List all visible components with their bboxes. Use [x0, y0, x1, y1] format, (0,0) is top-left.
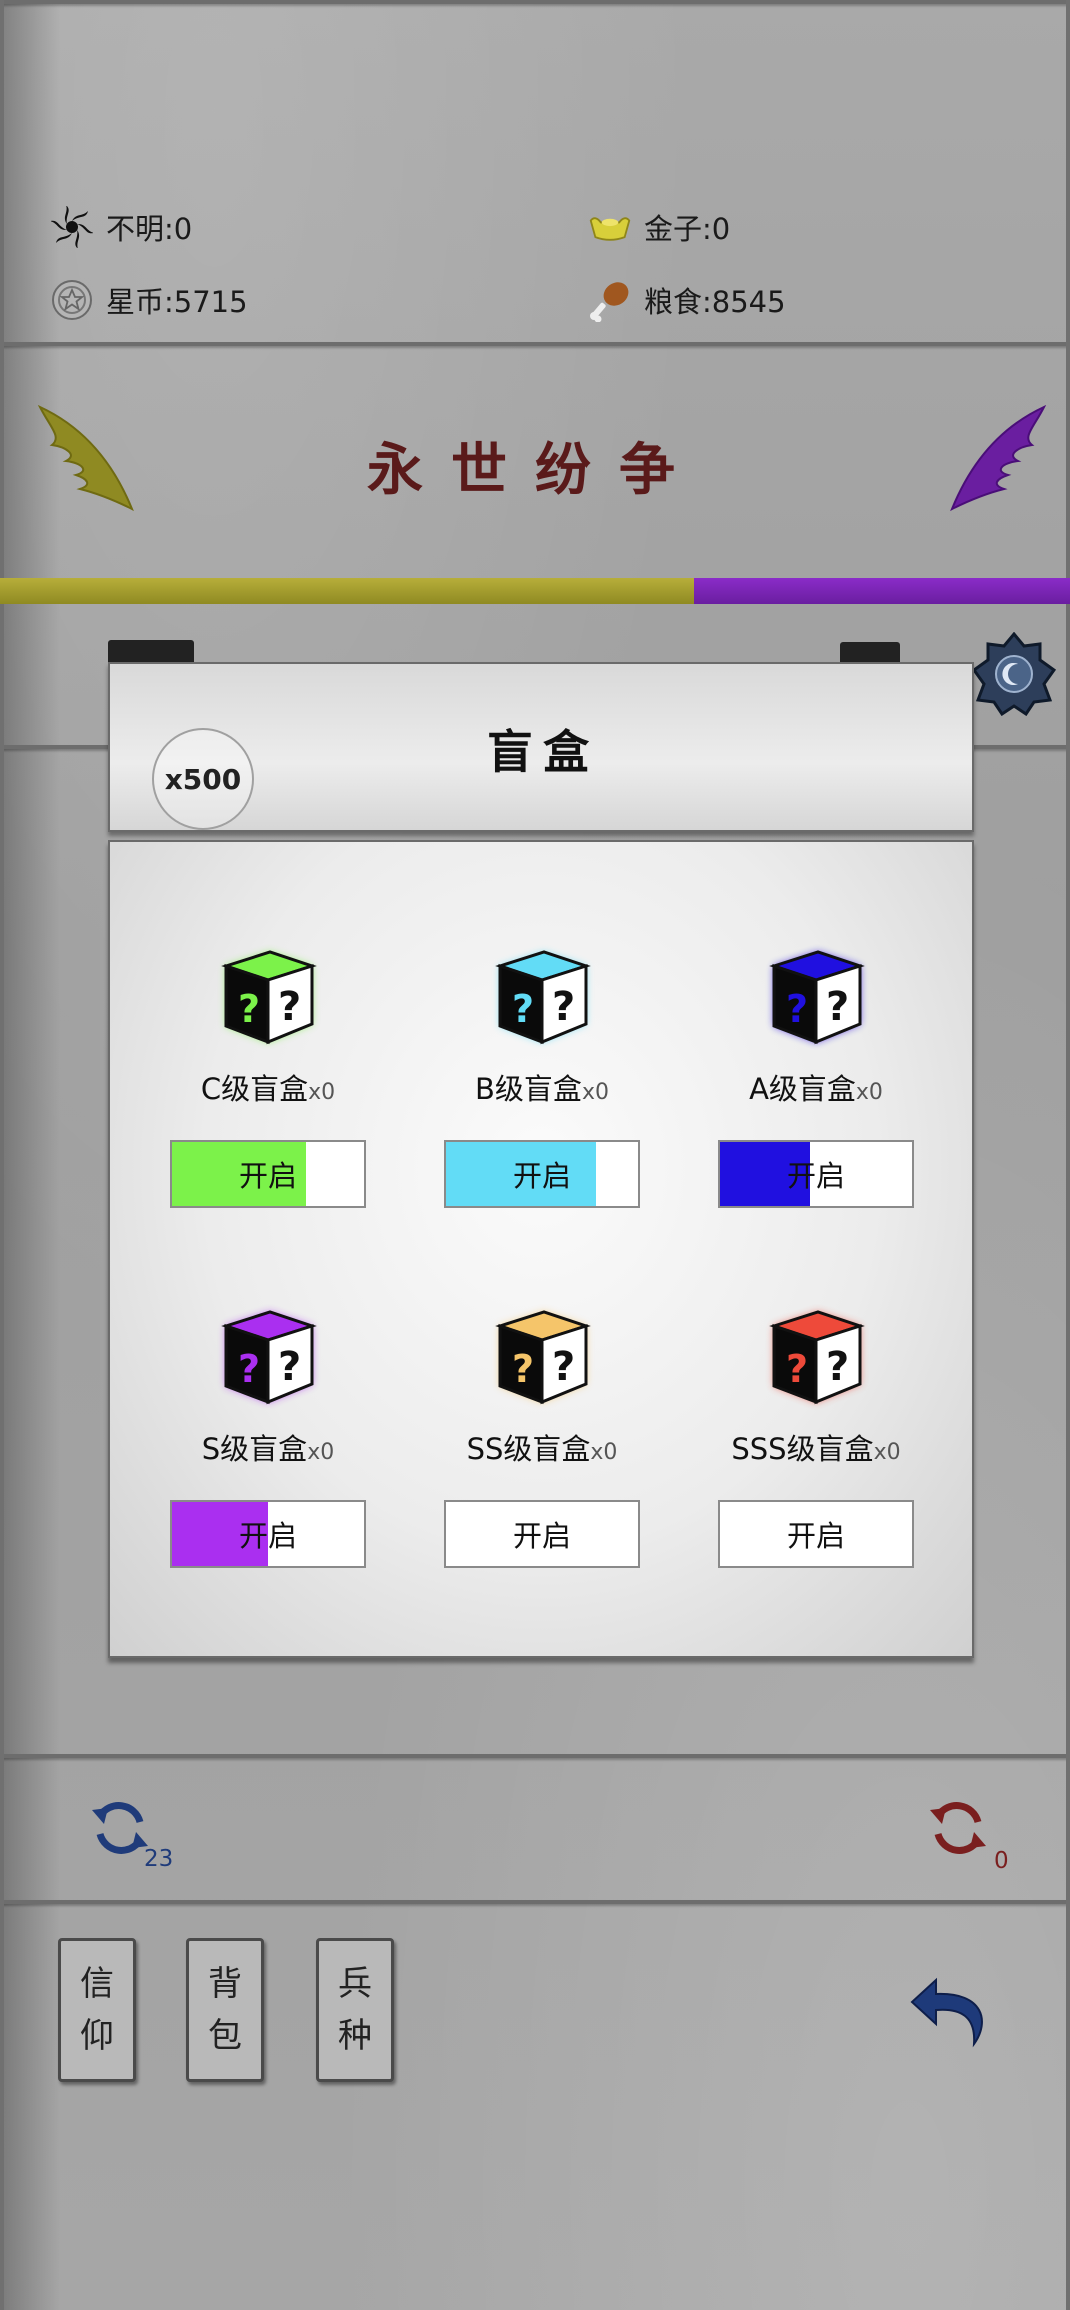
- blind-box-count: x0: [581, 1080, 609, 1105]
- frame-line: [0, 1900, 1070, 1904]
- blind-box-name: C级盲盒x0: [168, 1066, 368, 1108]
- troops-button[interactable]: 兵 种: [316, 1938, 394, 2082]
- backpack-button[interactable]: 背 包: [186, 1938, 264, 2082]
- mystery-box-icon: ??: [221, 950, 317, 1045]
- blind-box-item: ?? SSS级盲盒x0: [716, 1302, 916, 1468]
- button-char: 包: [208, 2016, 242, 2056]
- faction-bar-left: [0, 578, 694, 604]
- open-box-button[interactable]: 开启: [718, 1140, 914, 1208]
- open-box-button[interactable]: 开启: [444, 1140, 640, 1208]
- open-box-button[interactable]: 开启: [444, 1500, 640, 1568]
- svg-text:?: ?: [826, 984, 849, 1030]
- game-title: 永世纷争: [367, 437, 703, 503]
- frame-line: [0, 0, 1070, 4]
- blind-box-item: ?? C级盲盒x0: [168, 942, 368, 1108]
- svg-text:?: ?: [512, 987, 534, 1031]
- blind-box-label: SSS级盲盒: [731, 1432, 874, 1466]
- resource-gold: 金子:0: [588, 205, 730, 249]
- blind-box-label: S级盲盒: [201, 1432, 308, 1466]
- blind-box-count: x0: [307, 1440, 335, 1465]
- mystery-box-icon: ??: [769, 1310, 865, 1405]
- refresh-icon: [930, 1802, 986, 1854]
- blind-box-label: C级盲盒: [200, 1072, 309, 1106]
- refresh-right-count: 0: [994, 1848, 1009, 1874]
- blind-box-name: A级盲盒x0: [716, 1066, 916, 1108]
- blind-box-item: ?? SS级盲盒x0: [442, 1302, 642, 1468]
- button-char: 信: [80, 1964, 114, 2004]
- svg-text:?: ?: [786, 987, 808, 1031]
- resource-label: 金子:0: [644, 212, 731, 246]
- blind-box-item: ?? S级盲盒x0: [168, 1302, 368, 1468]
- blind-box-name: SS级盲盒x0: [442, 1426, 642, 1468]
- mystery-box-icon: ??: [495, 1310, 591, 1405]
- dialog-title: 盲盒: [487, 725, 599, 779]
- svg-text:?: ?: [238, 1347, 260, 1391]
- frame-line: [0, 1754, 1070, 1758]
- resource-unknown: 不明:0: [50, 205, 192, 249]
- frame-line: [0, 0, 4, 2310]
- svg-text:?: ?: [238, 987, 260, 1031]
- frame-line: [0, 342, 1070, 346]
- svg-text:?: ?: [278, 984, 301, 1030]
- resource-star-coin: 星币:5715: [50, 278, 248, 322]
- button-char: 背: [208, 1964, 242, 2004]
- open-box-button[interactable]: 开启: [170, 1500, 366, 1568]
- refresh-left-count: 23: [144, 1846, 174, 1872]
- mystery-box-icon: ??: [221, 1310, 317, 1405]
- svg-text:?: ?: [552, 1344, 575, 1390]
- faith-button[interactable]: 信 仰: [58, 1938, 136, 2082]
- open-box-button[interactable]: 开启: [718, 1500, 914, 1568]
- open-button-label: 开启: [238, 1159, 297, 1193]
- faction-bar-right: [694, 578, 1070, 604]
- svg-text:?: ?: [552, 984, 575, 1030]
- background-shade: [0, 0, 60, 2310]
- svg-text:?: ?: [826, 1344, 849, 1390]
- star-coin-icon: [50, 278, 94, 322]
- button-char: 种: [338, 2016, 372, 2056]
- button-char: 仰: [80, 2016, 114, 2056]
- svg-text:?: ?: [786, 1347, 808, 1391]
- frame-line: [1066, 0, 1070, 2310]
- settings-badge-icon[interactable]: [972, 632, 1056, 716]
- open-button-label: 开启: [786, 1519, 845, 1553]
- open-button-label: 开启: [786, 1159, 845, 1193]
- back-arrow-icon[interactable]: [910, 1976, 994, 2048]
- blind-box-item: ?? A级盲盒x0: [716, 942, 916, 1108]
- blind-box-count: x0: [873, 1440, 901, 1465]
- blind-box-name: SSS级盲盒x0: [716, 1426, 916, 1468]
- blind-box-label: B级盲盒: [475, 1072, 582, 1106]
- mystery-box-icon: ??: [769, 950, 865, 1045]
- open-button-label: 开启: [238, 1519, 297, 1553]
- blind-box-name: B级盲盒x0: [442, 1066, 642, 1108]
- blind-box-label: A级盲盒: [749, 1072, 856, 1106]
- resource-food: 粮食:8545: [588, 278, 786, 322]
- open-button-label: 开启: [512, 1159, 571, 1193]
- button-char: 兵: [338, 1964, 372, 2004]
- gold-ingot-icon: [588, 205, 632, 249]
- blind-box-count: x0: [308, 1080, 336, 1105]
- resource-label: 粮食:8545: [644, 285, 786, 319]
- swirl-icon: [50, 205, 94, 249]
- dialog-header: x500 盲盒: [108, 662, 974, 832]
- resource-label: 不明:0: [106, 212, 193, 246]
- svg-text:?: ?: [512, 1347, 534, 1391]
- refresh-icon: [92, 1802, 148, 1854]
- blind-box-item: ?? B级盲盒x0: [442, 942, 642, 1108]
- open-button-label: 开启: [512, 1519, 571, 1553]
- mystery-box-icon: ??: [495, 950, 591, 1045]
- refresh-left[interactable]: 23: [88, 1796, 173, 1872]
- blind-box-dialog: x500 盲盒 ?? C级盲盒x0 开启?? B级盲盒x0 开启?? A级盲盒x0 开启??…: [108, 662, 974, 1658]
- resource-label: 星币:5715: [106, 285, 248, 319]
- blind-box-label: SS级盲盒: [466, 1432, 591, 1466]
- svg-text:?: ?: [278, 1344, 301, 1390]
- blind-box-count: x0: [590, 1440, 618, 1465]
- meat-drumstick-icon: [588, 278, 632, 322]
- blind-box-count: x0: [855, 1080, 883, 1105]
- refresh-right[interactable]: 0: [926, 1796, 1009, 1874]
- blind-box-name: S级盲盒x0: [168, 1426, 368, 1468]
- open-box-button[interactable]: 开启: [170, 1140, 366, 1208]
